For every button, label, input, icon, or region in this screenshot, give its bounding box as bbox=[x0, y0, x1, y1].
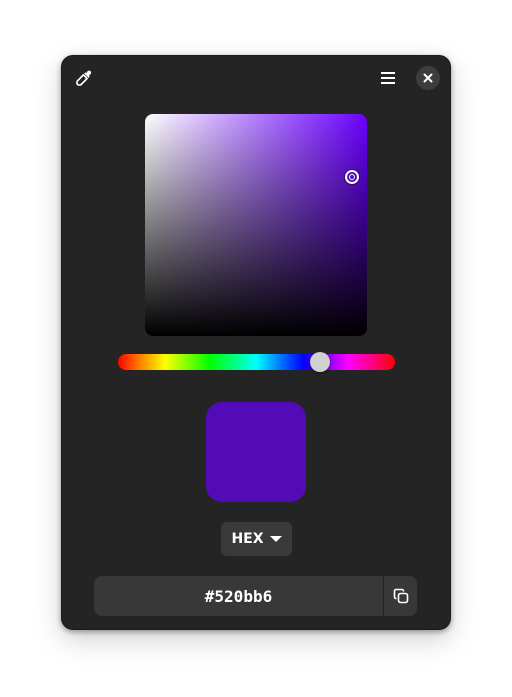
format-dropdown-label: HEX bbox=[231, 531, 264, 547]
hamburger-menu-icon bbox=[381, 72, 395, 84]
format-dropdown[interactable]: HEX bbox=[221, 522, 292, 556]
copy-button[interactable] bbox=[383, 576, 417, 616]
copy-icon bbox=[393, 588, 409, 604]
caret-down-icon bbox=[269, 536, 282, 542]
eyedropper-button[interactable] bbox=[70, 64, 98, 92]
color-value-field[interactable]: #520bb6 bbox=[94, 576, 383, 616]
saturation-value-area[interactable] bbox=[145, 114, 367, 336]
hue-slider[interactable] bbox=[118, 352, 395, 372]
color-picker-window: HEX #520bb6 bbox=[61, 55, 451, 630]
close-icon bbox=[423, 73, 433, 83]
saturation-value-cursor[interactable] bbox=[345, 170, 359, 184]
color-preview-swatch bbox=[206, 402, 306, 502]
close-button[interactable] bbox=[416, 66, 440, 90]
hue-slider-thumb[interactable] bbox=[310, 352, 330, 372]
color-value-row: #520bb6 bbox=[94, 576, 417, 616]
cursor-center-ring bbox=[349, 174, 355, 180]
eyedropper-icon bbox=[76, 70, 92, 86]
main-menu-button[interactable] bbox=[374, 64, 402, 92]
